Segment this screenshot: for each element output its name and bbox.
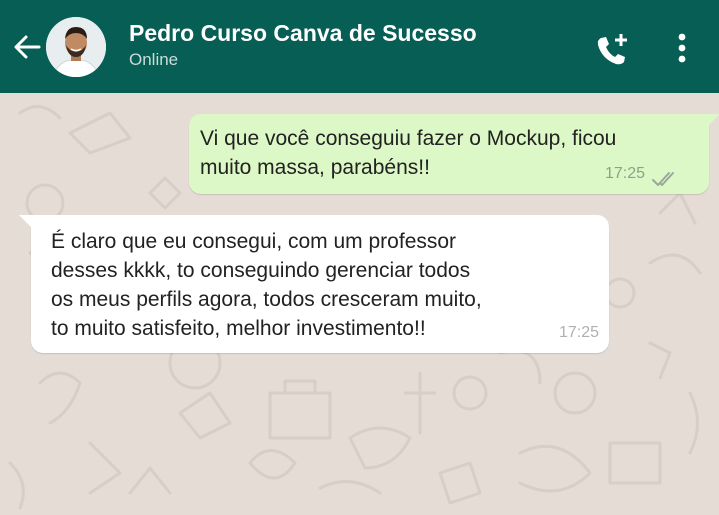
double-check-icon (652, 172, 674, 186)
message-time: 17:25 (558, 324, 599, 341)
contact-name[interactable]: Pedro Curso Canva de Sucesso (129, 20, 477, 47)
message-time: 17:25 (604, 165, 645, 182)
chat-wallpaper: Vi que você conseguiu fazer o Mockup, fi… (0, 93, 719, 515)
contact-status: Online (129, 50, 179, 69)
incoming-message[interactable]: É claro que eu consegui, com um professo… (19, 215, 609, 353)
back-button[interactable] (8, 28, 46, 66)
add-call-button[interactable] (590, 28, 634, 72)
arrow-left-icon (14, 35, 41, 59)
more-vertical-icon (678, 33, 686, 63)
more-options-button[interactable] (664, 28, 700, 68)
add-call-icon (597, 34, 627, 65)
message-text: É claro que eu consegui, com um professo… (51, 230, 482, 340)
contact-photo (46, 17, 106, 77)
outgoing-message[interactable]: Vi que você conseguiu fazer o Mockup, fi… (189, 114, 719, 194)
chat-header: Pedro Curso Canva de Sucesso Online (0, 0, 719, 93)
avatar[interactable] (46, 17, 106, 77)
